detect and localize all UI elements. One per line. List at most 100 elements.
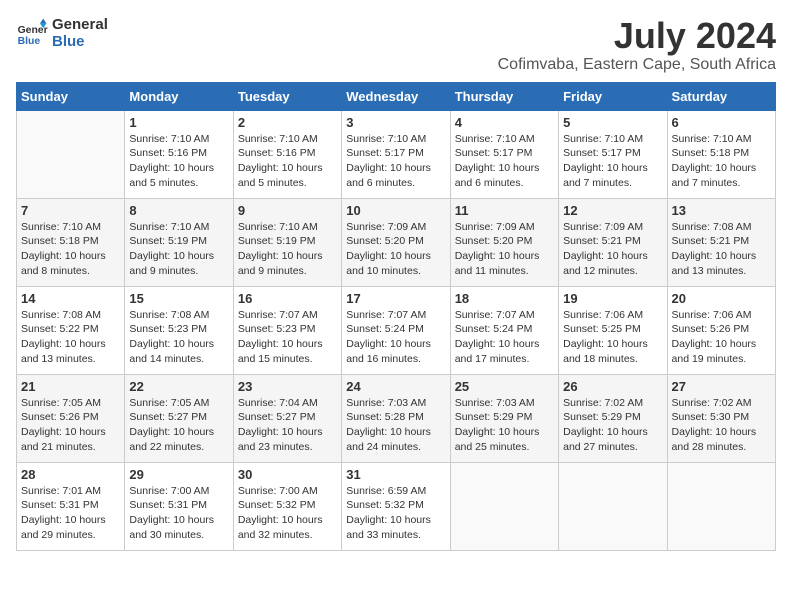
calendar-week-row: 14 Sunrise: 7:08 AMSunset: 5:22 PMDayligh… xyxy=(17,286,776,374)
svg-text:Blue: Blue xyxy=(18,36,41,47)
calendar-cell: 13Sunrise: 7:08 AMSunset: 5:21 PMDayligh… xyxy=(667,198,775,286)
location-title: Cofimvaba, Eastern Cape, South Africa xyxy=(498,56,776,74)
calendar-cell: 23Sunrise: 7:04 AMSunset: 5:27 PMDayligh… xyxy=(233,374,341,462)
weekday-header-tuesday: Tuesday xyxy=(233,82,341,110)
day-number: 20 xyxy=(672,291,771,306)
cell-content: Sunrise: 7:06 AMSunset: 5:26 PMDaylight:… xyxy=(672,308,771,367)
cell-content: Sunrise: 7:07 AMSunset: 5:23 PMDaylight:… xyxy=(238,308,337,367)
cell-content: Sunrise: 7:10 AMSunset: 5:17 PMDaylight:… xyxy=(455,132,554,191)
calendar-week-row: 1Sunrise: 7:10 AMSunset: 5:16 PMDaylight… xyxy=(17,110,776,198)
cell-content: Sunrise: 6:59 AMSunset: 5:32 PMDaylight:… xyxy=(346,484,445,543)
day-number: 12 xyxy=(563,203,662,218)
month-title: July 2024 xyxy=(498,16,776,56)
cell-content: Sunrise: 7:04 AMSunset: 5:27 PMDaylight:… xyxy=(238,396,337,455)
day-number: 17 xyxy=(346,291,445,306)
weekday-header-thursday: Thursday xyxy=(450,82,558,110)
calendar-cell: 8 Sunrise: 7:10 AMSunset: 5:19 PMDaylight… xyxy=(125,198,233,286)
calendar-cell xyxy=(17,110,125,198)
day-number: 6 xyxy=(672,115,771,130)
calendar-cell: 3Sunrise: 7:10 AMSunset: 5:17 PMDaylight… xyxy=(342,110,450,198)
calendar-week-row: 28 Sunrise: 7:01 AMSunset: 5:31 PMDayligh… xyxy=(17,462,776,550)
calendar-cell: 27 Sunrise: 7:02 AMSunset: 5:30 PMDayligh… xyxy=(667,374,775,462)
calendar-cell: 18Sunrise: 7:07 AMSunset: 5:24 PMDayligh… xyxy=(450,286,558,374)
cell-content: Sunrise: 7:02 AMSunset: 5:29 PMDaylight:… xyxy=(563,396,662,455)
day-number: 8 xyxy=(129,203,228,218)
cell-content: Sunrise: 7:10 AMSunset: 5:16 PMDaylight:… xyxy=(129,132,228,191)
calendar-cell: 22 Sunrise: 7:05 AMSunset: 5:27 PMDayligh… xyxy=(125,374,233,462)
cell-content: Sunrise: 7:06 AMSunset: 5:25 PMDaylight:… xyxy=(563,308,662,367)
title-block: July 2024 Cofimvaba, Eastern Cape, South… xyxy=(498,16,776,74)
cell-content: Sunrise: 7:10 AMSunset: 5:19 PMDaylight:… xyxy=(129,220,228,279)
calendar-cell: 30 Sunrise: 7:00 AMSunset: 5:32 PMDayligh… xyxy=(233,462,341,550)
calendar-cell: 7 Sunrise: 7:10 AMSunset: 5:18 PMDaylight… xyxy=(17,198,125,286)
day-number: 21 xyxy=(21,379,120,394)
weekday-header-sunday: Sunday xyxy=(17,82,125,110)
calendar-cell: 25 Sunrise: 7:03 AMSunset: 5:29 PMDayligh… xyxy=(450,374,558,462)
weekday-header-saturday: Saturday xyxy=(667,82,775,110)
cell-content: Sunrise: 7:05 AMSunset: 5:26 PMDaylight:… xyxy=(21,396,120,455)
cell-content: Sunrise: 7:05 AMSunset: 5:27 PMDaylight:… xyxy=(129,396,228,455)
weekday-header-friday: Friday xyxy=(559,82,667,110)
weekday-header-monday: Monday xyxy=(125,82,233,110)
day-number: 27 xyxy=(672,379,771,394)
cell-content: Sunrise: 7:09 AMSunset: 5:21 PMDaylight:… xyxy=(563,220,662,279)
day-number: 9 xyxy=(238,203,337,218)
day-number: 2 xyxy=(238,115,337,130)
calendar-cell: 1Sunrise: 7:10 AMSunset: 5:16 PMDaylight… xyxy=(125,110,233,198)
logo-icon: General Blue xyxy=(16,17,48,49)
cell-content: Sunrise: 7:10 AMSunset: 5:19 PMDaylight:… xyxy=(238,220,337,279)
logo: General Blue General Blue xyxy=(16,16,108,51)
calendar-cell: 6 Sunrise: 7:10 AMSunset: 5:18 PMDaylight… xyxy=(667,110,775,198)
calendar-cell: 20 Sunrise: 7:06 AMSunset: 5:26 PMDayligh… xyxy=(667,286,775,374)
cell-content: Sunrise: 7:00 AMSunset: 5:31 PMDaylight:… xyxy=(129,484,228,543)
day-number: 5 xyxy=(563,115,662,130)
cell-content: Sunrise: 7:00 AMSunset: 5:32 PMDaylight:… xyxy=(238,484,337,543)
calendar-cell xyxy=(450,462,558,550)
calendar-cell: 2 Sunrise: 7:10 AMSunset: 5:16 PMDaylight… xyxy=(233,110,341,198)
day-number: 18 xyxy=(455,291,554,306)
cell-content: Sunrise: 7:10 AMSunset: 5:16 PMDaylight:… xyxy=(238,132,337,191)
cell-content: Sunrise: 7:03 AMSunset: 5:29 PMDaylight:… xyxy=(455,396,554,455)
cell-content: Sunrise: 7:10 AMSunset: 5:18 PMDaylight:… xyxy=(21,220,120,279)
day-number: 28 xyxy=(21,467,120,482)
day-number: 30 xyxy=(238,467,337,482)
cell-content: Sunrise: 7:02 AMSunset: 5:30 PMDaylight:… xyxy=(672,396,771,455)
cell-content: Sunrise: 7:08 AMSunset: 5:22 PMDaylight:… xyxy=(21,308,120,367)
cell-content: Sunrise: 7:07 AMSunset: 5:24 PMDaylight:… xyxy=(346,308,445,367)
cell-content: Sunrise: 7:03 AMSunset: 5:28 PMDaylight:… xyxy=(346,396,445,455)
day-number: 26 xyxy=(563,379,662,394)
day-number: 25 xyxy=(455,379,554,394)
day-number: 4 xyxy=(455,115,554,130)
calendar-cell: 11Sunrise: 7:09 AMSunset: 5:20 PMDayligh… xyxy=(450,198,558,286)
page-header: General Blue General Blue July 2024 Cofi… xyxy=(16,16,776,74)
day-number: 7 xyxy=(21,203,120,218)
calendar-table: SundayMondayTuesdayWednesdayThursdayFrid… xyxy=(16,82,776,551)
cell-content: Sunrise: 7:10 AMSunset: 5:18 PMDaylight:… xyxy=(672,132,771,191)
calendar-cell: 16Sunrise: 7:07 AMSunset: 5:23 PMDayligh… xyxy=(233,286,341,374)
calendar-cell: 4 Sunrise: 7:10 AMSunset: 5:17 PMDaylight… xyxy=(450,110,558,198)
calendar-cell: 5 Sunrise: 7:10 AMSunset: 5:17 PMDaylight… xyxy=(559,110,667,198)
day-number: 13 xyxy=(672,203,771,218)
day-number: 29 xyxy=(129,467,228,482)
day-number: 24 xyxy=(346,379,445,394)
day-number: 10 xyxy=(346,203,445,218)
calendar-cell: 26 Sunrise: 7:02 AMSunset: 5:29 PMDayligh… xyxy=(559,374,667,462)
cell-content: Sunrise: 7:01 AMSunset: 5:31 PMDaylight:… xyxy=(21,484,120,543)
calendar-cell: 14 Sunrise: 7:08 AMSunset: 5:22 PMDayligh… xyxy=(17,286,125,374)
calendar-week-row: 21 Sunrise: 7:05 AMSunset: 5:26 PMDayligh… xyxy=(17,374,776,462)
calendar-cell: 21 Sunrise: 7:05 AMSunset: 5:26 PMDayligh… xyxy=(17,374,125,462)
calendar-cell: 24 Sunrise: 7:03 AMSunset: 5:28 PMDayligh… xyxy=(342,374,450,462)
calendar-cell: 31 Sunrise: 6:59 AMSunset: 5:32 PMDayligh… xyxy=(342,462,450,550)
calendar-cell: 9 Sunrise: 7:10 AMSunset: 5:19 PMDaylight… xyxy=(233,198,341,286)
day-number: 14 xyxy=(21,291,120,306)
day-number: 15 xyxy=(129,291,228,306)
weekday-header-wednesday: Wednesday xyxy=(342,82,450,110)
calendar-cell: 10 Sunrise: 7:09 AMSunset: 5:20 PMDayligh… xyxy=(342,198,450,286)
cell-content: Sunrise: 7:10 AMSunset: 5:17 PMDaylight:… xyxy=(563,132,662,191)
calendar-cell: 28 Sunrise: 7:01 AMSunset: 5:31 PMDayligh… xyxy=(17,462,125,550)
day-number: 31 xyxy=(346,467,445,482)
day-number: 22 xyxy=(129,379,228,394)
cell-content: Sunrise: 7:09 AMSunset: 5:20 PMDaylight:… xyxy=(346,220,445,279)
day-number: 19 xyxy=(563,291,662,306)
day-number: 3 xyxy=(346,115,445,130)
